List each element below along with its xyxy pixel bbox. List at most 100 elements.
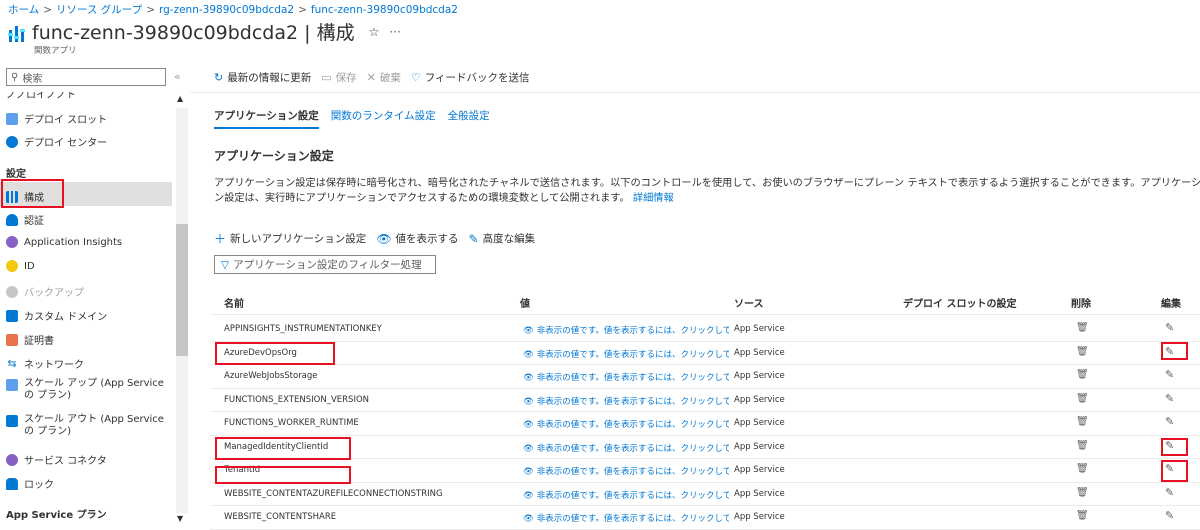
- hidden-value-text: 非表示の値です。値を表示するには、クリックしてください: [536, 349, 729, 360]
- sidebar-search-input[interactable]: ⚲ 検索: [6, 68, 166, 86]
- delete-trash-icon[interactable]: 🗑: [1076, 463, 1089, 474]
- sidebar-item-application-insights[interactable]: Application Insights: [6, 236, 122, 248]
- hidden-value-link[interactable]: 👁非表示の値です。値を表示するには、クリックしてください: [523, 348, 729, 360]
- tab-function-runtime-settings[interactable]: 関数のランタイム設定: [331, 108, 436, 129]
- sidebar-item-label: カスタム ドメイン: [24, 312, 108, 323]
- save-icon: ▭: [321, 71, 332, 84]
- sidebar-item-service-connector[interactable]: サービス コネクタ: [6, 452, 107, 467]
- delete-trash-icon[interactable]: 🗑: [1076, 416, 1089, 427]
- setting-name: WEBSITE_CONTENTSHARE: [224, 512, 337, 522]
- hidden-value-text: 非表示の値です。値を表示するには、クリックしてください: [536, 467, 729, 477]
- scroll-thumb[interactable]: [176, 224, 188, 356]
- sidebar-scrollbar[interactable]: ▲ ▼: [174, 94, 188, 527]
- column-header-value[interactable]: 値: [520, 295, 530, 310]
- hidden-value-link[interactable]: 👁非表示の値です。値を表示するには、クリックしてください: [523, 324, 729, 336]
- new-application-setting-button[interactable]: ＋ 新しいアプリケーション設定: [214, 230, 366, 247]
- deployment-slots-icon: [6, 112, 18, 125]
- breadcrumb-home[interactable]: ホーム: [8, 4, 39, 16]
- hidden-value-link[interactable]: 👁非表示の値です。値を表示するには、クリックしてください: [523, 442, 729, 454]
- collapse-sidebar-icon[interactable]: «: [174, 70, 181, 83]
- hidden-value-link[interactable]: 👁非表示の値です。値を表示するには、クリックしてください: [523, 418, 729, 430]
- networking-icon: ⇆: [7, 356, 17, 370]
- delete-trash-icon[interactable]: 🗑: [1076, 440, 1089, 451]
- highlight-box-azuredevopsorg: [215, 342, 335, 365]
- edit-pencil-icon[interactable]: ✎: [1165, 368, 1174, 381]
- sidebar-item-label: ロック: [24, 480, 54, 491]
- sidebar-item-custom-domains[interactable]: カスタム ドメイン: [6, 308, 107, 323]
- sidebar-section-app-service-plan: App Service プラン: [6, 510, 107, 521]
- setting-name: APPINSIGHTS_INSTRUMENTATIONKEY: [224, 324, 382, 334]
- sidebar-item-networking[interactable]: ⇆ ネットワーク: [6, 356, 84, 371]
- more-info-link[interactable]: 詳細情報: [633, 193, 674, 204]
- tab-application-settings[interactable]: アプリケーション設定: [214, 108, 319, 129]
- hidden-value-link[interactable]: 👁非表示の値です。値を表示するには、クリックしてください: [523, 489, 729, 501]
- add-icon: ＋: [214, 232, 227, 246]
- sidebar-item-authentication[interactable]: 認証: [6, 212, 44, 227]
- divider: [190, 92, 1200, 93]
- sidebar-item-scale-out[interactable]: スケール アウト (App Service の プラン): [6, 414, 166, 438]
- breadcrumb-resource-group[interactable]: rg-zenn-39890c09bdcda2: [159, 4, 294, 16]
- sidebar-item-locks[interactable]: ロック: [6, 476, 54, 491]
- edit-pencil-icon[interactable]: ✎: [1165, 486, 1174, 499]
- more-options-icon[interactable]: ···: [389, 25, 400, 39]
- hidden-value-link[interactable]: 👁非表示の値です。値を表示するには、クリックしてください: [523, 465, 729, 477]
- sidebar-item-certificates[interactable]: 証明書: [6, 332, 54, 347]
- search-placeholder: 検索: [22, 73, 43, 85]
- sidebar-item-deployment-center[interactable]: デプロイ センター: [6, 134, 107, 149]
- show-values-button[interactable]: 👁 値を表示する: [376, 230, 458, 247]
- tab-general-settings[interactable]: 全般設定: [448, 108, 490, 129]
- setting-name: FUNCTIONS_EXTENSION_VERSION: [224, 394, 370, 405]
- sidebar-item-identity[interactable]: ID: [6, 260, 35, 272]
- lock-icon: [6, 477, 18, 490]
- scroll-down-arrow-icon[interactable]: ▼: [177, 514, 183, 523]
- breadcrumb-separator: >: [146, 4, 155, 16]
- column-header-name[interactable]: 名前: [224, 295, 244, 310]
- column-header-source[interactable]: ソース: [734, 295, 764, 310]
- sidebar-item-scale-up[interactable]: スケール アップ (App Service の プラン): [6, 378, 166, 402]
- column-header-slot-setting[interactable]: デプロイ スロットの設定: [903, 295, 1016, 310]
- sidebar-item-label: 認証: [24, 216, 44, 227]
- settings-filter-input[interactable]: ▽ アプリケーション設定のフィルター処理: [214, 255, 436, 274]
- scroll-up-arrow-icon[interactable]: ▲: [177, 94, 183, 103]
- close-icon: ✕: [366, 71, 376, 84]
- table-row: TenantId 👁非表示の値です。値を表示するには、クリックしてください Ap…: [210, 459, 1200, 483]
- eye-icon: 👁: [523, 467, 534, 477]
- heart-icon: ♡: [410, 71, 421, 84]
- table-row: WEBSITE_CONTENTSHARE 👁 非表示の値です。値を表示するには、ク…: [210, 506, 1200, 530]
- favorite-star-icon[interactable]: ☆: [369, 25, 380, 39]
- edit-pencil-icon[interactable]: ✎: [1165, 321, 1174, 334]
- delete-trash-icon[interactable]: 🗑: [1076, 487, 1089, 498]
- table-row: WEBSITE_CONTENTAZUREFILECONNECTIONSTRING…: [210, 483, 1200, 506]
- hidden-value-text: 非表示の値です。値を表示するには、クリックしてください: [536, 396, 729, 407]
- hidden-value-link[interactable]: 👁非表示の値です。値を表示するには、クリックしてください: [523, 395, 729, 407]
- highlight-box-edit-managedidentityclientid: [1161, 438, 1188, 456]
- highlight-box-managedidentityclientid: [215, 437, 351, 460]
- delete-trash-icon[interactable]: 🗑: [1076, 369, 1089, 380]
- delete-trash-icon[interactable]: 🗑: [1076, 322, 1089, 333]
- hidden-value-text: 非表示の値です。値を表示するには、クリックしてください: [536, 514, 729, 524]
- hidden-value-link[interactable]: 👁非表示の値です。値を表示するには、クリックしてください: [523, 512, 729, 524]
- delete-trash-icon[interactable]: 🗑: [1076, 346, 1089, 357]
- edit-pencil-icon[interactable]: ✎: [1165, 415, 1174, 428]
- feedback-button[interactable]: ♡ フィードバックを送信: [411, 70, 530, 85]
- edit-pencil-icon[interactable]: ✎: [1165, 509, 1174, 522]
- discard-button[interactable]: ✕ 破棄: [367, 70, 401, 85]
- breadcrumb-function-app[interactable]: func-zenn-39890c09bdcda2: [311, 4, 458, 16]
- edit-pencil-icon[interactable]: ✎: [1165, 392, 1174, 405]
- save-button[interactable]: ▭ 保存: [321, 70, 356, 85]
- delete-trash-icon[interactable]: 🗑: [1076, 510, 1089, 521]
- sidebar-item-label: デプロイ スロット: [24, 115, 108, 126]
- delete-trash-icon[interactable]: 🗑: [1076, 393, 1089, 404]
- hidden-value-link[interactable]: 👁非表示の値です。値を表示するには、クリックしてください: [523, 371, 729, 383]
- setting-source: App Service: [734, 324, 785, 334]
- highlight-box-edit-tenantid: [1161, 460, 1188, 482]
- breadcrumb-resource-groups[interactable]: リソース グループ: [56, 4, 142, 16]
- sidebar-item-label: ID: [24, 260, 35, 272]
- breadcrumb-separator: >: [298, 4, 307, 16]
- advanced-edit-button[interactable]: ✎ 高度な編集: [469, 230, 536, 247]
- sidebar-item-label: バックアップ: [24, 288, 84, 299]
- sidebar-item-deployment-slots[interactable]: デプロイ スロット: [6, 111, 107, 126]
- scale-up-icon: [6, 379, 18, 391]
- refresh-button[interactable]: ↻ 最新の情報に更新: [214, 70, 311, 85]
- sidebar-item-backup[interactable]: バックアップ: [6, 284, 84, 299]
